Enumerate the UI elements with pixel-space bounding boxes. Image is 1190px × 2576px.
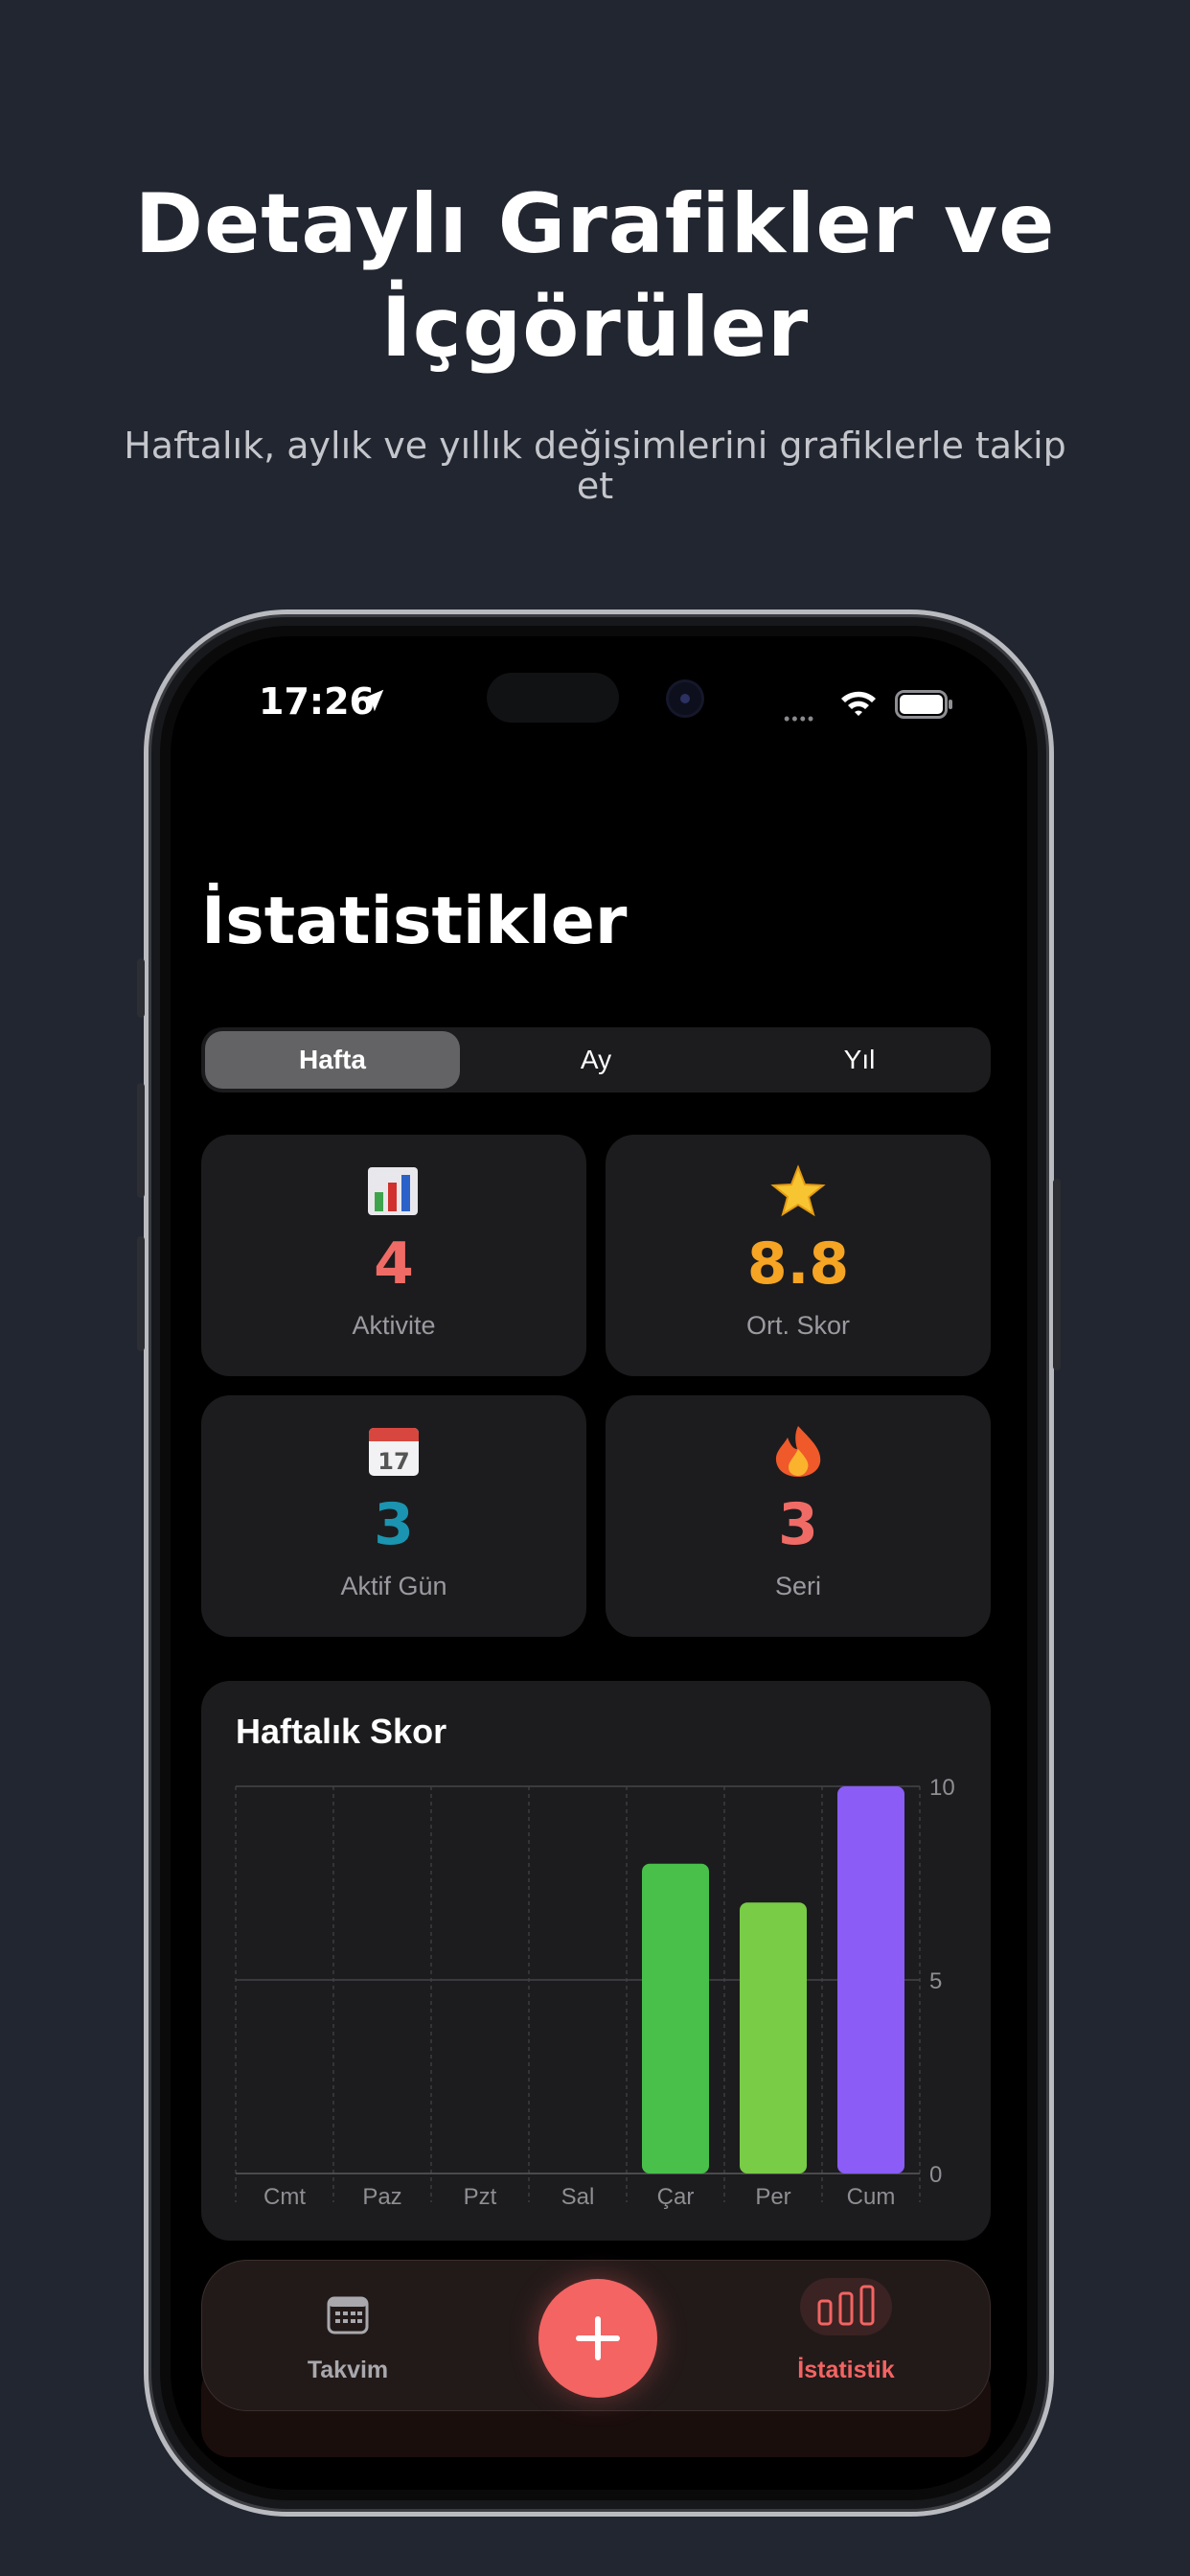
fire-emoji-icon bbox=[775, 1426, 821, 1477]
chart-x-tick-label: Çar bbox=[657, 2184, 695, 2210]
chart-x-tick-label: Cum bbox=[847, 2184, 896, 2210]
location-arrow-icon bbox=[361, 689, 384, 712]
chart-x-tick-label: Pzt bbox=[464, 2184, 497, 2210]
chart-y-tick-label: 5 bbox=[929, 1968, 942, 1994]
headline-line-2: İçgörüler bbox=[380, 280, 810, 376]
weekly-score-chart: 0 5 10 Cmt Paz Pzt Sal Çar Per Cum bbox=[235, 1775, 955, 2210]
wifi-icon bbox=[841, 691, 876, 716]
phone-volume-up-button bbox=[137, 1083, 145, 1198]
chart-x-tick-label: Paz bbox=[362, 2184, 401, 2210]
bar-chart-emoji-icon bbox=[368, 1167, 418, 1215]
star-emoji-icon bbox=[770, 1164, 826, 1217]
stat-value-average-score: 8.8 bbox=[746, 1230, 850, 1298]
chart-x-tick-label: Sal bbox=[561, 2184, 595, 2210]
period-segmented-control: Hafta Ay Yıl bbox=[201, 1027, 991, 1092]
chart-bar bbox=[740, 1902, 807, 2174]
dynamic-island bbox=[487, 673, 619, 723]
app-screen: 17:26 •••• İstatistikler Hafta Ay Yıl 4 … bbox=[171, 636, 1027, 2490]
stat-label-streak: Seri bbox=[774, 1572, 821, 1600]
segment-month[interactable]: Ay bbox=[469, 1031, 723, 1089]
stat-label-average-score: Ort. Skor bbox=[745, 1311, 850, 1340]
status-time: 17:26 bbox=[259, 680, 375, 723]
calendar-emoji-icon: 17 bbox=[369, 1428, 419, 1476]
stat-value-active-days: 3 bbox=[374, 1491, 414, 1558]
stat-card-activity: 4 Aktivite bbox=[201, 1135, 586, 1376]
segment-year[interactable]: Yıl bbox=[732, 1031, 987, 1089]
signal-dots-icon: •••• bbox=[784, 709, 816, 728]
stat-label-active-days: Aktif Gün bbox=[340, 1572, 447, 1600]
marketing-subtitle: Haftalık, aylık ve yıllık değişimlerini … bbox=[124, 425, 1066, 507]
weekly-score-chart-card: Haftalık Skor 0 5 10 Cmt Paz Pzt Sal Çar Per Cum bbox=[201, 1681, 991, 2241]
stat-card-active-days: 17 3 Aktif Gün bbox=[201, 1395, 586, 1637]
chart-y-tick-label: 0 bbox=[929, 2162, 942, 2188]
tab-statistics[interactable]: İstatistik bbox=[750, 2261, 942, 2412]
chart-y-tick-label: 10 bbox=[929, 1775, 955, 1801]
stat-card-streak: 3 Seri bbox=[606, 1395, 991, 1637]
segment-week[interactable]: Hafta bbox=[205, 1031, 460, 1089]
plus-icon bbox=[576, 2316, 620, 2360]
phone-power-button bbox=[1053, 1179, 1061, 1370]
stat-card-average-score: 8.8 Ort. Skor bbox=[606, 1135, 991, 1376]
chart-bar bbox=[642, 1863, 709, 2174]
marketing-headline: Detaylı Grafikler ve İçgörüler bbox=[0, 172, 1190, 380]
phone-side-button bbox=[137, 958, 145, 1018]
chart-x-tick-label: Per bbox=[755, 2184, 790, 2210]
headline-line-1: Detaylı Grafikler ve bbox=[134, 176, 1056, 272]
stat-label-activity: Aktivite bbox=[352, 1311, 436, 1340]
chart-bar bbox=[837, 1786, 904, 2174]
page-title: İstatistikler bbox=[201, 884, 628, 959]
phone-volume-down-button bbox=[137, 1236, 145, 1351]
chart-x-tick-label: Cmt bbox=[263, 2184, 306, 2210]
add-entry-button[interactable] bbox=[538, 2279, 657, 2398]
svg-text:17: 17 bbox=[378, 1448, 409, 1475]
bar-chart-icon bbox=[800, 2278, 892, 2335]
tab-statistics-label: İstatistik bbox=[797, 2357, 895, 2383]
battery-icon bbox=[895, 690, 952, 719]
stat-value-streak: 3 bbox=[778, 1491, 818, 1558]
calendar-icon bbox=[327, 2296, 369, 2334]
stat-value-activity: 4 bbox=[374, 1230, 414, 1298]
tab-calendar[interactable]: Takvim bbox=[252, 2261, 444, 2412]
tab-calendar-label: Takvim bbox=[307, 2357, 389, 2383]
front-camera bbox=[669, 682, 701, 715]
